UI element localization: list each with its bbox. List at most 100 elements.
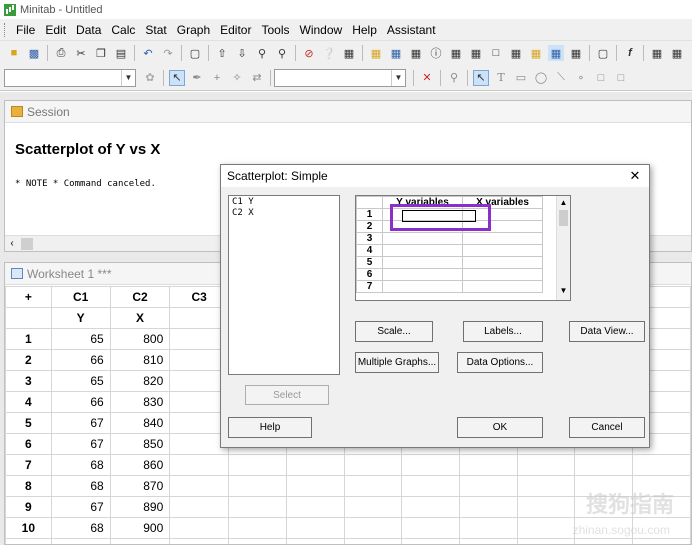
cell-c2[interactable]: 850 (109, 433, 171, 455)
cell-empty[interactable] (343, 496, 403, 518)
y-variable-cell[interactable] (382, 256, 463, 269)
cell-empty[interactable] (516, 538, 576, 544)
menu-calc[interactable]: Calc (106, 19, 140, 41)
cell-empty[interactable] (285, 517, 345, 539)
cell-c3[interactable] (169, 517, 230, 539)
scroll-left-icon[interactable]: ‹ (5, 238, 19, 249)
cell-empty[interactable] (285, 538, 345, 544)
cell-c1[interactable]: 68 (50, 475, 111, 497)
cell-empty[interactable] (228, 454, 287, 476)
variable-item-c2[interactable]: C2 X (232, 208, 336, 219)
find-next-icon[interactable]: ⚲ (274, 45, 290, 61)
cell-empty[interactable] (632, 538, 691, 544)
scroll-thumb[interactable] (559, 210, 568, 226)
cell-c2[interactable]: 820 (109, 370, 171, 392)
stat-guide-icon[interactable]: ▦ (341, 45, 357, 61)
menu-assistant[interactable]: Assistant (382, 19, 441, 41)
y-variable-cell[interactable] (382, 280, 463, 293)
cell-c1[interactable]: 66 (50, 349, 111, 371)
cell-c3[interactable] (169, 475, 230, 497)
new-window-icon[interactable]: □ (488, 45, 504, 61)
ellipse-tool-icon[interactable]: ◯ (533, 70, 549, 86)
cell-empty[interactable] (285, 475, 345, 497)
cell-empty[interactable] (574, 538, 634, 544)
cell-empty[interactable] (459, 517, 518, 539)
cell-c1[interactable]: 67 (50, 412, 111, 434)
row-header[interactable]: 4 (5, 391, 52, 413)
brush-tool-icon[interactable]: ✒ (189, 70, 205, 86)
split-view-icon[interactable]: ▦ (568, 45, 584, 61)
column-header-c1[interactable]: C1 (50, 286, 111, 308)
y-variable-cell[interactable] (382, 232, 463, 245)
cell-c2[interactable]: 840 (109, 412, 171, 434)
scale-button[interactable]: Scale... (355, 321, 433, 342)
scroll-thumb[interactable] (21, 237, 33, 250)
cell-c1[interactable] (50, 538, 111, 544)
cell-c1[interactable]: 68 (50, 454, 111, 476)
graph-element-combo[interactable]: ▼ (274, 68, 406, 87)
menu-help[interactable]: Help (347, 19, 382, 41)
cell-c2[interactable]: 860 (109, 454, 171, 476)
cell-empty[interactable] (459, 496, 518, 518)
data-options-button[interactable]: Data Options... (457, 352, 543, 373)
y-variable-cell[interactable] (382, 268, 463, 281)
delete-icon[interactable]: ✕ (419, 70, 435, 86)
menu-data[interactable]: Data (71, 19, 106, 41)
marker-tool-icon[interactable]: ∘ (573, 70, 589, 86)
variable-item-c1[interactable]: C1 Y (232, 197, 336, 208)
cell-c3[interactable] (169, 454, 230, 476)
graphs-folder-icon[interactable]: ▦ (408, 45, 424, 61)
find-icon[interactable]: ⚲ (254, 45, 270, 61)
cell-empty[interactable] (343, 475, 403, 497)
cell-c2[interactable]: 800 (109, 328, 171, 350)
cell-empty[interactable] (228, 475, 287, 497)
select-pointer-icon[interactable]: ↖ (169, 69, 185, 86)
cell-empty[interactable] (516, 454, 576, 476)
cell-empty[interactable] (574, 454, 634, 476)
cell-c2[interactable]: 900 (109, 517, 171, 539)
x-variable-cell[interactable] (462, 256, 543, 269)
cell-empty[interactable] (516, 475, 576, 497)
worksheet-view-icon[interactable]: ▦ (548, 45, 564, 61)
cell-empty[interactable] (516, 496, 576, 518)
formula-icon[interactable]: f (622, 45, 638, 61)
row-header[interactable]: 11 (5, 538, 52, 544)
scroll-down-icon[interactable]: ▼ (557, 284, 570, 298)
cell-empty[interactable] (343, 454, 403, 476)
edit-last-dialog-icon[interactable]: ▢ (187, 45, 203, 61)
tile-icon[interactable]: ▦ (508, 45, 524, 61)
x-variable-cell[interactable] (462, 280, 543, 293)
row-header[interactable]: 8 (5, 475, 52, 497)
cell-c3[interactable] (169, 538, 230, 544)
cell-empty[interactable] (401, 517, 460, 539)
cell-c2[interactable]: 870 (109, 475, 171, 497)
cell-c1[interactable]: 66 (50, 391, 111, 413)
cell-empty[interactable] (285, 496, 345, 518)
text-tool-icon[interactable]: T (493, 70, 509, 86)
cell-empty[interactable] (343, 538, 403, 544)
row-header[interactable]: 1 (5, 328, 52, 350)
ok-button[interactable]: OK (457, 417, 543, 438)
cell-c1[interactable]: 68 (50, 517, 111, 539)
cell-empty[interactable] (632, 454, 691, 476)
scroll-up-icon[interactable]: ▲ (557, 196, 570, 210)
worksheet-window-icon[interactable]: ▦ (388, 45, 404, 61)
cell-c2[interactable]: 890 (109, 496, 171, 518)
history-icon[interactable]: ▦ (448, 45, 464, 61)
help-icon[interactable]: ❔ (321, 45, 337, 61)
cell-empty[interactable] (459, 538, 518, 544)
polygon-tool-icon[interactable]: □ (593, 70, 609, 86)
rectangle-tool-icon[interactable]: ▭ (513, 70, 529, 86)
chevron-down-icon[interactable]: ▼ (121, 69, 135, 86)
row-icon[interactable]: ▦ (669, 45, 685, 61)
cell-empty[interactable] (401, 454, 460, 476)
brush-icon[interactable]: ✿ (142, 70, 158, 86)
worksheet-combo[interactable]: ▼ (4, 68, 136, 87)
menu-edit[interactable]: Edit (40, 19, 71, 41)
cell-c1[interactable]: 65 (50, 328, 111, 350)
cell-c2[interactable]: 810 (109, 349, 171, 371)
menu-stat[interactable]: Stat (140, 19, 171, 41)
undo-icon[interactable]: ↶ (140, 45, 156, 61)
cut-icon[interactable]: ✂ (73, 45, 89, 61)
polyline-tool-icon[interactable]: □ (613, 70, 629, 86)
